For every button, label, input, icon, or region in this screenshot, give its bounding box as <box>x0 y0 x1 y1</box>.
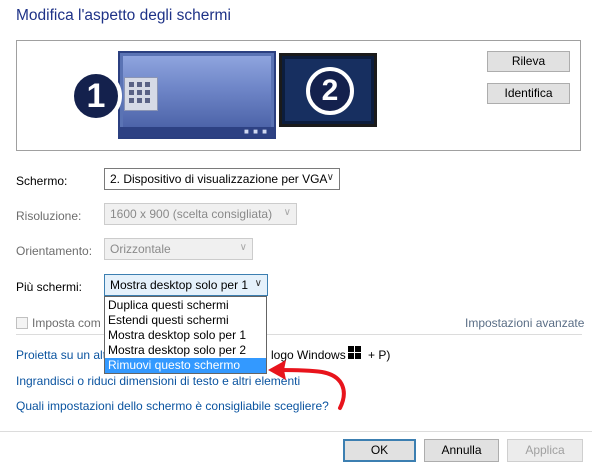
chevron-down-icon: ∨ <box>326 172 334 183</box>
section-divider <box>16 334 582 335</box>
multiple-displays-dropdown: Duplica questi schermi Estendi questi sc… <box>104 296 267 374</box>
page-title: Modifica l'aspetto degli schermi <box>16 7 231 24</box>
display-select[interactable]: 2. Dispositivo di visualizzazione per VG… <box>104 168 340 190</box>
taskbar-dots-icon: ■ ■ ■ <box>244 127 268 136</box>
chevron-down-icon: ∨ <box>254 278 262 289</box>
display-label: Schermo: <box>16 174 68 188</box>
dropdown-option-only-1[interactable]: Mostra desktop solo per 1 <box>105 328 266 343</box>
advanced-settings-link[interactable]: Impostazioni avanzate <box>465 316 584 330</box>
orientation-select-value: Orizzontale <box>110 242 171 256</box>
resolution-select-value: 1600 x 900 (scelta consigliata) <box>110 207 273 221</box>
orientation-label: Orientamento: <box>16 244 93 258</box>
set-main-display-label: Imposta com <box>32 316 101 330</box>
footer-divider <box>0 431 592 432</box>
dropdown-option-duplicate[interactable]: Duplica questi schermi <box>105 298 266 313</box>
set-main-display-checkbox[interactable] <box>16 317 28 329</box>
monitor-1-number-badge: 1 <box>70 70 122 122</box>
project-shortcut-key: + P) <box>368 348 391 362</box>
red-arrow-annotation-icon <box>268 360 346 410</box>
multiple-displays-select-value: Mostra desktop solo per 1 <box>110 278 249 292</box>
cancel-button[interactable]: Annulla <box>424 439 499 462</box>
dropdown-option-remove[interactable]: Rimuovi questo schermo <box>105 358 266 373</box>
app-grid-icon <box>124 77 158 111</box>
dropdown-option-extend[interactable]: Estendi questi schermi <box>105 313 266 328</box>
chevron-down-icon: ∨ <box>239 242 247 253</box>
apply-button[interactable]: Applica <box>507 439 583 462</box>
display-select-value: 2. Dispositivo di visualizzazione per VG… <box>110 172 328 186</box>
multiple-displays-select[interactable]: Mostra desktop solo per 1 ∨ <box>104 274 268 296</box>
resolution-select[interactable]: 1600 x 900 (scelta consigliata) ∨ <box>104 203 297 225</box>
detect-button[interactable]: Rileva <box>487 51 570 72</box>
multiple-displays-label: Più schermi: <box>16 280 83 294</box>
monitor-1-taskbar: ■ ■ ■ <box>120 127 274 137</box>
ok-button[interactable]: OK <box>343 439 416 462</box>
orientation-select[interactable]: Orizzontale ∨ <box>104 238 253 260</box>
project-link[interactable]: Proietta su un alt <box>16 348 106 362</box>
dropdown-option-only-2[interactable]: Mostra desktop solo per 2 <box>105 343 266 358</box>
resize-text-link[interactable]: Ingrandisci o riduci dimensioni di testo… <box>16 374 300 388</box>
identify-button[interactable]: Identifica <box>487 83 570 104</box>
monitor-2-number-badge: 2 <box>306 67 354 115</box>
chevron-down-icon: ∨ <box>283 207 291 218</box>
resolution-label: Risoluzione: <box>16 209 82 223</box>
